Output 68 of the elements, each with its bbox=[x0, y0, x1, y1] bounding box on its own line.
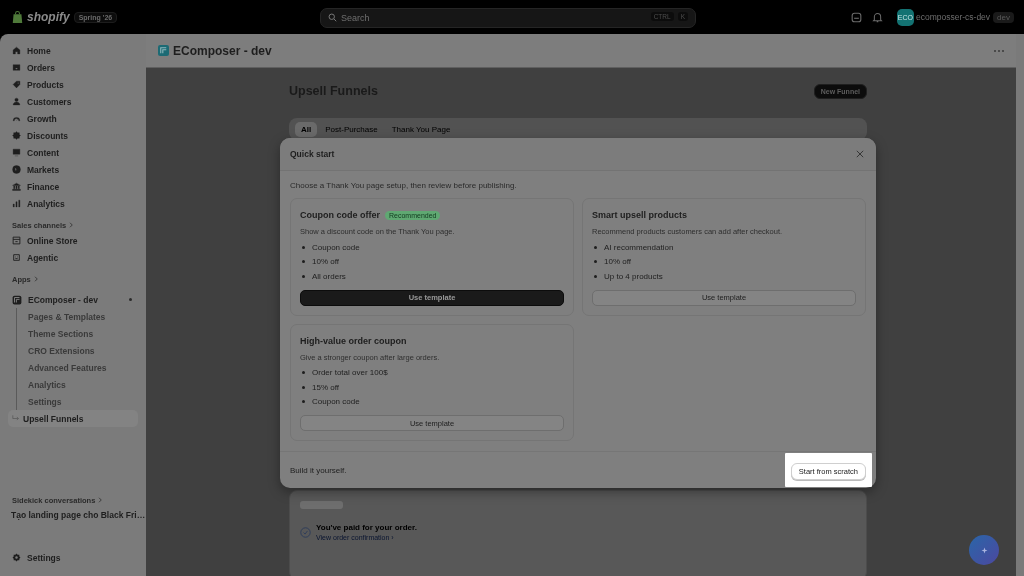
sub-nav-item[interactable]: Pages & Templates bbox=[17, 308, 138, 325]
feature-item: 10% off bbox=[300, 254, 564, 269]
feature-item: AI recommendation bbox=[592, 240, 856, 255]
app-logo-icon bbox=[12, 294, 22, 305]
nav-item[interactable]: Online Store bbox=[0, 232, 140, 249]
settings-icon bbox=[12, 553, 21, 562]
sub-nav-item[interactable]: Theme Sections bbox=[17, 325, 138, 342]
assistant-button[interactable] bbox=[969, 535, 999, 565]
chevron-icon bbox=[33, 276, 39, 282]
sub-nav-item[interactable]: Advanced Features bbox=[17, 359, 138, 376]
chevron-icon bbox=[98, 497, 104, 503]
feature-item: Coupon code bbox=[300, 240, 564, 255]
feature-item: 15% off bbox=[300, 380, 564, 395]
sub-nav-item[interactable]: CRO Extensions bbox=[17, 342, 138, 359]
sub-nav-item[interactable]: Settings bbox=[17, 393, 138, 410]
search-icon bbox=[328, 12, 337, 22]
nav-item[interactable]: Products bbox=[0, 76, 140, 93]
gauge-icon bbox=[12, 114, 21, 123]
check-circle-icon bbox=[300, 526, 311, 538]
nav-item[interactable]: Orders bbox=[0, 59, 140, 76]
scrollbar[interactable] bbox=[1016, 34, 1024, 576]
chevron-icon bbox=[69, 222, 75, 228]
template-title: High-value order coupon bbox=[300, 335, 407, 346]
shopping-bag-icon bbox=[12, 10, 23, 24]
conversation-link[interactable]: Tạo landing page cho Black Fri… bbox=[0, 507, 146, 527]
nav-item[interactable]: Content bbox=[0, 144, 140, 161]
sub-nav-item[interactable]: Analytics bbox=[17, 376, 138, 393]
settings-nav-item[interactable]: Settings bbox=[0, 549, 140, 566]
sub-nav-item[interactable]: Upsell Funnels bbox=[8, 410, 138, 427]
brand-logo-text[interactable]: shopify bbox=[27, 10, 70, 24]
dialog-description: Choose a Thank You page setup, then review before publishing. bbox=[290, 181, 518, 190]
store-name[interactable]: ecomposser-cs-dev bbox=[915, 12, 991, 22]
placeholder-bar bbox=[300, 501, 343, 509]
nav-item[interactable]: Analytics bbox=[0, 195, 140, 212]
feature-item: Order total over 100$ bbox=[300, 365, 564, 380]
close-icon[interactable] bbox=[856, 150, 864, 158]
app-logo-icon bbox=[158, 45, 169, 56]
nav-item[interactable]: Growth bbox=[0, 110, 140, 127]
inbox-icon bbox=[12, 63, 21, 72]
nav-item[interactable]: Customers bbox=[0, 93, 140, 110]
confirmation-message: You've paid for your order. bbox=[316, 523, 417, 532]
person-icon bbox=[12, 97, 21, 106]
filter-tab[interactable]: All bbox=[295, 121, 318, 137]
tree-connector-icon bbox=[12, 415, 20, 422]
feature-item: Coupon code bbox=[300, 394, 564, 409]
feature-item: Up to 4 products bbox=[592, 269, 856, 284]
template-title: Smart upsell products bbox=[592, 210, 688, 220]
footer-text: Build it yourself. bbox=[290, 465, 347, 475]
bell-icon[interactable] bbox=[871, 11, 883, 23]
filter-tab[interactable]: Post-Purchase bbox=[319, 121, 384, 137]
home-icon bbox=[12, 46, 21, 55]
monitor-icon bbox=[12, 148, 21, 157]
feature-item: All orders bbox=[300, 269, 564, 284]
app-nav-item[interactable]: EComposer - dev bbox=[0, 291, 140, 308]
nav-item[interactable]: Finance bbox=[0, 178, 140, 195]
nav-item[interactable]: Agentic bbox=[0, 249, 140, 266]
tag-icon bbox=[12, 80, 21, 89]
sparkle-icon bbox=[979, 545, 989, 555]
template-title: Coupon code offer bbox=[300, 210, 380, 220]
filter-tab[interactable]: Thank You Page bbox=[385, 121, 457, 137]
app-title: EComposer - dev bbox=[173, 43, 272, 58]
feature-item: 10% off bbox=[592, 254, 856, 269]
bar-chart-icon bbox=[12, 199, 21, 208]
bank-icon bbox=[12, 182, 21, 191]
nav-item[interactable]: Home bbox=[0, 42, 140, 59]
dialog-title: Quick start bbox=[290, 149, 335, 159]
nav-item[interactable]: Discounts bbox=[0, 127, 140, 144]
nav-item[interactable]: Markets bbox=[0, 161, 140, 178]
